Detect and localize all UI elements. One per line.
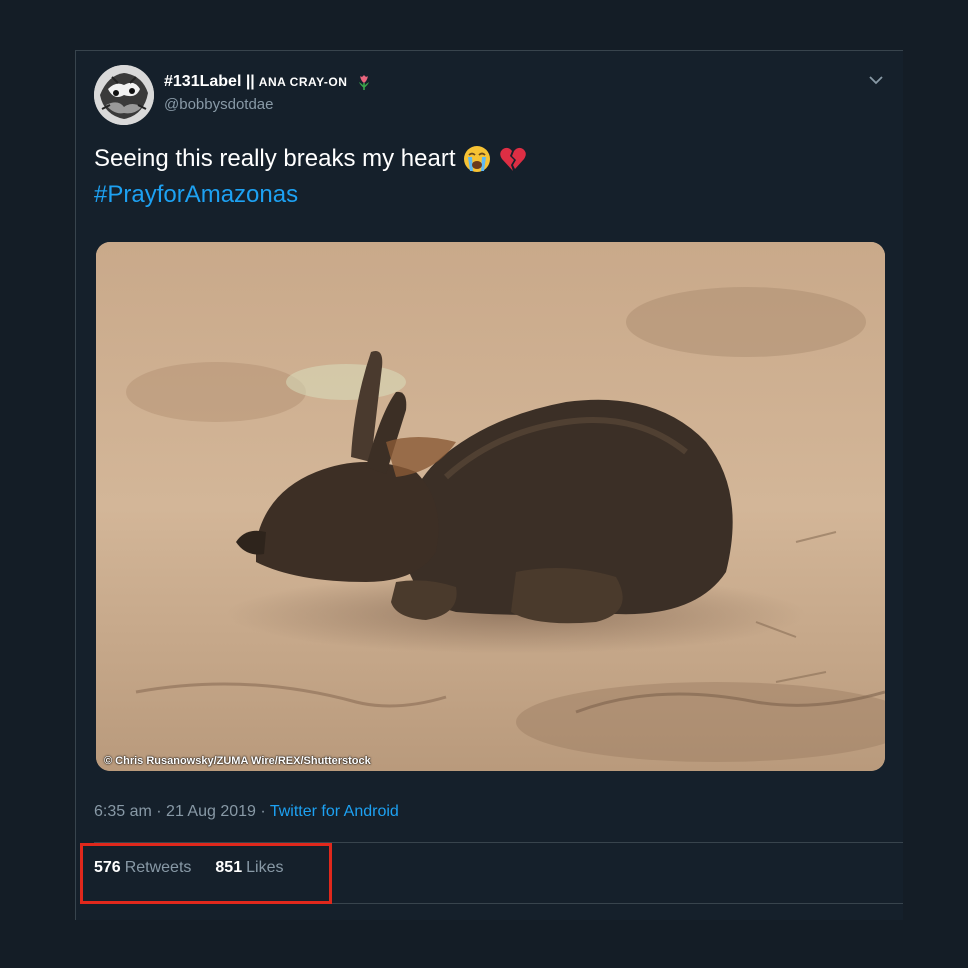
meta-separator: ·: [260, 803, 266, 820]
likes-count: 851: [215, 859, 243, 876]
meta-separator: ·: [156, 803, 162, 820]
divider: [94, 903, 903, 904]
tweet-card: #131Label || ANA CRAY-ON @bobbysdotdae S…: [75, 50, 903, 920]
tweet-time[interactable]: 6:35 am: [94, 803, 152, 820]
chevron-down-icon[interactable]: [867, 71, 885, 89]
retweets-count: 576: [94, 859, 121, 876]
retweets-label: Retweets: [124, 859, 192, 876]
display-name[interactable]: #131Label || ANA CRAY-ON: [164, 73, 373, 91]
tweet-media-image[interactable]: © Chris Rusanowsky/ZUMA Wire/REX/Shutter…: [96, 242, 885, 771]
tweet-text: Seeing this really breaks my heart #Pray…: [94, 141, 528, 213]
avatar-image: [94, 65, 154, 125]
avatar[interactable]: [94, 65, 154, 125]
tulip-icon: [355, 73, 373, 91]
divider: [94, 842, 903, 843]
likes-stat[interactable]: 851 Likes: [215, 859, 283, 877]
tweet-stats: 576 Retweets 851 Likes: [94, 859, 283, 877]
retweets-stat[interactable]: 576 Retweets: [94, 859, 191, 877]
likes-label: Likes: [246, 859, 284, 876]
display-name-text: #131Label ||: [164, 73, 255, 90]
hashtag-link[interactable]: #PrayforAmazonas: [94, 177, 298, 213]
tweet-source-link[interactable]: Twitter for Android: [270, 803, 399, 820]
tweet-text-line: Seeing this really breaks my heart: [94, 145, 456, 172]
broken-heart-icon: [498, 144, 528, 174]
burned-rabbit-photo: [96, 242, 885, 771]
tweet-timestamp: 6:35 am · 21 Aug 2019 · Twitter for Andr…: [94, 803, 399, 821]
user-handle[interactable]: @bobbysdotdae: [164, 96, 273, 113]
loudly-crying-face-icon: [462, 144, 492, 174]
display-name-suffix: ANA CRAY-ON: [258, 75, 348, 89]
media-credit: © Chris Rusanowsky/ZUMA Wire/REX/Shutter…: [104, 755, 371, 767]
tweet-date[interactable]: 21 Aug 2019: [166, 803, 256, 820]
